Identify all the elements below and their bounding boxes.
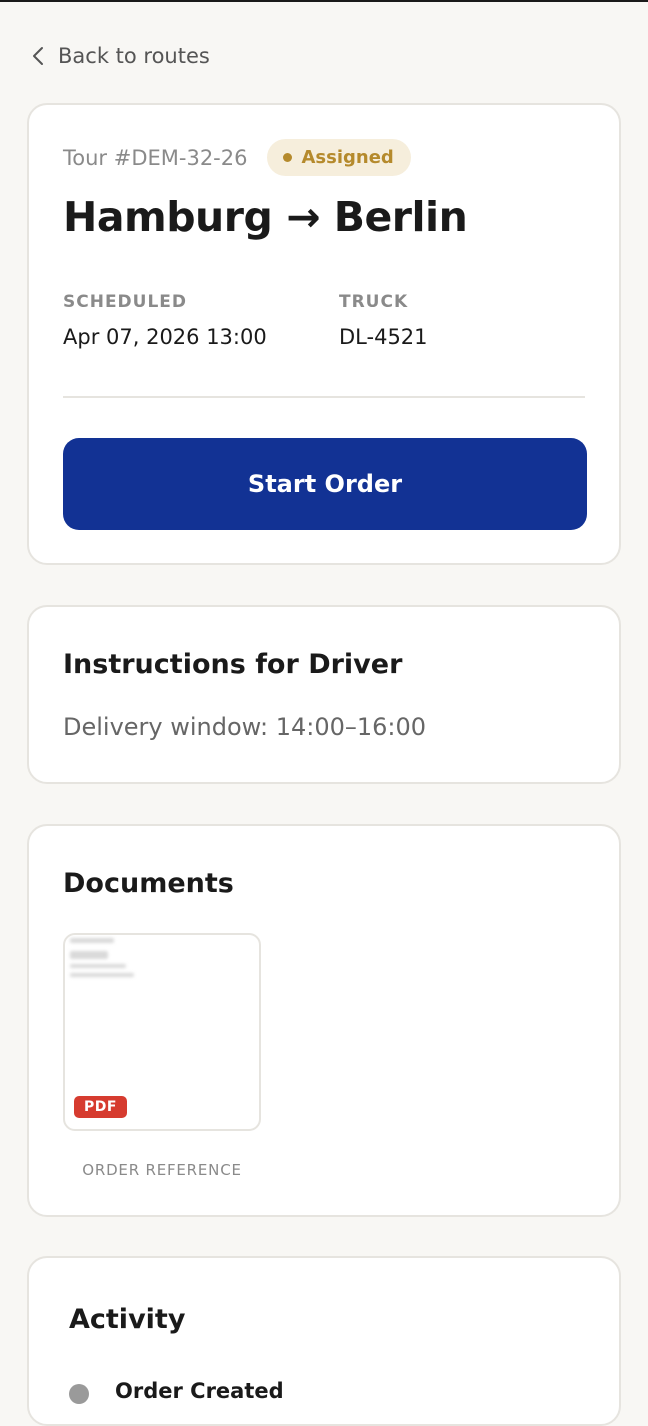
document-preview-line — [70, 951, 108, 959]
instructions-title: Instructions for Driver — [63, 649, 403, 680]
chevron-left-icon — [32, 46, 44, 66]
document-caption: ORDER REFERENCE — [82, 1161, 242, 1179]
truck-value: DL-4521 — [339, 325, 428, 349]
document-preview-line — [70, 938, 114, 943]
documents-card: Documents PDF ORDER REFERENCE — [27, 824, 621, 1217]
document-preview-line — [70, 964, 126, 968]
activity-item: Order Created — [69, 1378, 284, 1404]
pdf-badge: PDF — [74, 1096, 127, 1118]
document-thumbnail[interactable]: PDF — [63, 933, 261, 1131]
back-link-label: Back to routes — [58, 44, 210, 68]
status-badge-label: Assigned — [301, 147, 394, 168]
scheduled-label: SCHEDULED — [63, 292, 188, 312]
tour-card: Tour #DEM-32-26 Assigned Hamburg → Berli… — [27, 103, 621, 565]
status-badge: Assigned — [267, 139, 411, 176]
truck-label: TRUCK — [339, 292, 409, 312]
divider — [63, 396, 585, 398]
route-title: Hamburg → Berlin — [63, 193, 468, 241]
documents-title: Documents — [63, 868, 234, 899]
scheduled-value: Apr 07, 2026 13:00 — [63, 325, 267, 349]
document-preview-line — [70, 973, 134, 977]
start-order-button[interactable]: Start Order — [63, 438, 587, 530]
tour-header-row: Tour #DEM-32-26 Assigned — [63, 139, 411, 176]
activity-card: Activity Order Created — [27, 1256, 621, 1426]
back-to-routes-link[interactable]: Back to routes — [32, 44, 210, 68]
activity-title: Activity — [69, 1304, 186, 1335]
instructions-card: Instructions for Driver Delivery window:… — [27, 605, 621, 784]
activity-item-label: Order Created — [115, 1379, 284, 1403]
tour-id: Tour #DEM-32-26 — [63, 145, 248, 170]
instructions-text: Delivery window: 14:00–16:00 — [63, 713, 427, 741]
timeline-dot-icon — [69, 1384, 89, 1404]
status-dot-icon — [283, 153, 293, 162]
